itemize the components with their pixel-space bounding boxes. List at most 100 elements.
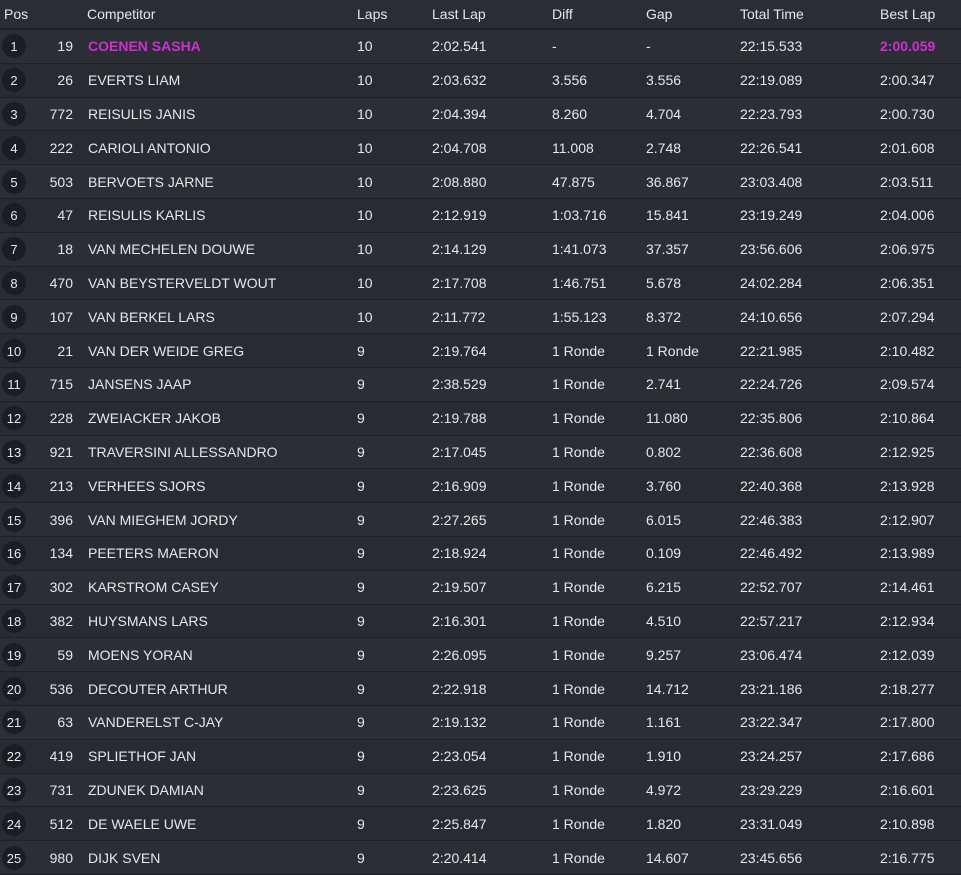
gap-cell: 4.510 — [646, 604, 740, 639]
laps-cell: 9 — [357, 806, 432, 842]
header-last-lap[interactable]: Last Lap — [432, 0, 552, 30]
laps-cell: 10 — [357, 198, 432, 233]
total-time-cell: 23:06.474 — [740, 637, 880, 673]
best-lap-cell: 2:01.608 — [880, 130, 961, 166]
position-badge: 3 — [2, 101, 26, 126]
total-time-cell: 22:21.985 — [740, 333, 880, 368]
position-badge: 21 — [2, 710, 26, 735]
pos-cell: 8 — [0, 266, 48, 301]
table-row[interactable]: 1 19 COENEN SASHA 10 2:02.541- -22:15.533 2:00… — [0, 29, 961, 64]
table-row[interactable]: 8 470 VAN BEYSTERVELDT WOUT 10 2:17.708 1:46.… — [0, 266, 961, 301]
header-row: Pos Competitor Laps Last Lap Diff Gap To… — [0, 0, 961, 30]
table-row[interactable]: 14 213 VERHEES SJORS 9 2:16.909 1 Ronde 3.760 2… — [0, 468, 961, 504]
competitor-cell: ZWEIACKER JAKOB — [87, 401, 357, 436]
laps-cell: 9 — [357, 435, 432, 470]
header-competitor[interactable]: Competitor — [87, 0, 357, 30]
laps-cell: 10 — [357, 164, 432, 199]
number-cell: 715 — [48, 367, 87, 402]
pos-cell: 5 — [0, 164, 48, 199]
gap-cell: 0.802 — [646, 435, 740, 470]
header-diff[interactable]: Diff — [552, 0, 646, 30]
number-cell: 470 — [48, 266, 87, 301]
table-row[interactable]: 13 921 TRAVERSINI ALLESSANDRO 9 2:17.045 1 Ro… — [0, 435, 961, 470]
diff-cell: 1 Ronde — [552, 739, 646, 774]
gap-cell: 1 Ronde — [646, 333, 740, 368]
header-laps[interactable]: Laps — [357, 0, 432, 30]
best-lap-cell: 2:10.898 — [880, 806, 961, 842]
laps-cell: 10 — [357, 63, 432, 98]
diff-cell: 1 Ronde — [552, 468, 646, 504]
table-row[interactable]: 25 980 DIJK SVEN 9 2:20.414 1 Ronde 14.607 23:4… — [0, 840, 961, 875]
pos-cell: 22 — [0, 739, 48, 774]
diff-cell: 1:46.751 — [552, 266, 646, 301]
number-cell: 302 — [48, 570, 87, 605]
results-body: 1 19 COENEN SASHA 10 2:02.541- -22:15.533 2:00… — [0, 29, 961, 875]
position-badge: 16 — [2, 541, 26, 566]
gap-cell: 5.678 — [646, 266, 740, 301]
number-cell: 134 — [48, 536, 87, 571]
diff-cell: 1 Ronde — [552, 671, 646, 706]
table-row[interactable]: 24 512 DE WAELE UWE 9 2:25.847 1 Ronde 1.820 23… — [0, 806, 961, 842]
table-row[interactable]: 9 107 VAN BERKEL LARS 10 2:11.772 1:55.123 8.3… — [0, 299, 961, 335]
laps-cell: 10 — [357, 97, 432, 132]
table-row[interactable]: 4 222 CARIOLI ANTONIO 10 2:04.708 11.008 2.748… — [0, 130, 961, 166]
laps-cell: 9 — [357, 671, 432, 706]
diff-cell: 1 Ronde — [552, 401, 646, 436]
header-best-lap[interactable]: Best Lap — [880, 0, 961, 30]
gap-cell: 37.357 — [646, 232, 740, 267]
gap-cell: 6.215 — [646, 570, 740, 605]
table-row[interactable]: 20 536 DECOUTER ARTHUR 9 2:22.918 1 Ronde 14.7… — [0, 671, 961, 706]
number-cell: 512 — [48, 806, 87, 842]
table-row[interactable]: 10 21 VAN DER WEIDE GREG 9 2:19.764 1 Ronde 1 … — [0, 333, 961, 368]
position-badge: 4 — [2, 135, 26, 160]
table-row[interactable]: 12 228 ZWEIACKER JAKOB 9 2:19.788 1 Ronde 11.0… — [0, 401, 961, 436]
total-time-cell: 23:56.606 — [740, 232, 880, 267]
position-badge: 18 — [2, 608, 26, 633]
gap-cell: 0.109 — [646, 536, 740, 571]
best-lap-cell: 2:16.775 — [880, 840, 961, 875]
gap-cell: 1.820 — [646, 806, 740, 842]
table-row[interactable]: 7 18 VAN MECHELEN DOUWE 10 2:14.129 1:41.073 3… — [0, 232, 961, 267]
competitor-cell: VAN MECHELEN DOUWE — [87, 232, 357, 267]
header-total-time[interactable]: Total Time — [740, 0, 880, 30]
competitor-cell: COENEN SASHA — [87, 29, 357, 64]
diff-cell: 1:41.073 — [552, 232, 646, 267]
table-row[interactable]: 15 396 VAN MIEGHEM JORDY 9 2:27.265 1 Ronde 6.… — [0, 502, 961, 537]
table-row[interactable]: 19 59 MOENS YORAN 9 2:26.095 1 Ronde 9.257 23:0… — [0, 637, 961, 673]
gap-cell: 4.972 — [646, 773, 740, 808]
table-row[interactable]: 2 26 EVERTS LIAM 10 2:03.632 3.556 3.556 22:19.… — [0, 63, 961, 98]
total-time-cell: 22:40.368 — [740, 468, 880, 504]
table-row[interactable]: 22 419 SPLIETHOF JAN 9 2:23.054 1 Ronde 1.910 2… — [0, 739, 961, 774]
table-row[interactable]: 11 715 JANSENS JAAP 9 2:38.529 1 Ronde 2.741 22… — [0, 367, 961, 402]
diff-cell: 1:55.123 — [552, 299, 646, 335]
total-time-cell: 22:26.541 — [740, 130, 880, 166]
position-badge: 10 — [2, 338, 26, 363]
competitor-cell: DIJK SVEN — [87, 840, 357, 875]
table-row[interactable]: 23 731 ZDUNEK DAMIAN 9 2:23.625 1 Ronde 4.972 2… — [0, 773, 961, 808]
table-row[interactable]: 18 382 HUYSMANS LARS 9 2:16.301 1 Ronde 4.510 2… — [0, 604, 961, 639]
best-lap-cell: 2:09.574 — [880, 367, 961, 402]
table-row[interactable]: 5 503 BERVOETS JARNE 10 2:08.880 47.875 36.867… — [0, 164, 961, 199]
total-time-cell: 22:52.707 — [740, 570, 880, 605]
best-lap-cell: 2:10.482 — [880, 333, 961, 368]
best-lap-cell: 2:00.059 — [880, 29, 961, 64]
diff-cell: 11.008 — [552, 130, 646, 166]
diff-cell: 1 Ronde — [552, 367, 646, 402]
pos-cell: 4 — [0, 130, 48, 166]
best-lap-cell: 2:06.351 — [880, 266, 961, 301]
table-row[interactable]: 16 134 PEETERS MAERON 9 2:18.924 1 Ronde 0.109… — [0, 536, 961, 571]
table-row[interactable]: 21 63 VANDERELST C-JAY 9 2:19.132 1 Ronde 1.16… — [0, 705, 961, 740]
diff-cell: 1 Ronde — [552, 604, 646, 639]
position-badge: 7 — [2, 237, 26, 262]
position-badge: 14 — [2, 473, 26, 498]
table-row[interactable]: 6 47 REISULIS KARLIS 10 2:12.919 1:03.716 15.8… — [0, 198, 961, 233]
table-row[interactable]: 17 302 KARSTROM CASEY 9 2:19.507 1 Ronde 6.215… — [0, 570, 961, 605]
competitor-cell: JANSENS JAAP — [87, 367, 357, 402]
pos-cell: 11 — [0, 367, 48, 402]
header-pos[interactable]: Pos — [0, 0, 48, 30]
table-row[interactable]: 3 772 REISULIS JANIS 10 2:04.394 8.260 4.704 22… — [0, 97, 961, 132]
number-cell: 107 — [48, 299, 87, 335]
diff-cell: 1 Ronde — [552, 570, 646, 605]
last-lap-cell: 2:23.054 — [432, 739, 552, 774]
header-gap[interactable]: Gap — [646, 0, 740, 30]
